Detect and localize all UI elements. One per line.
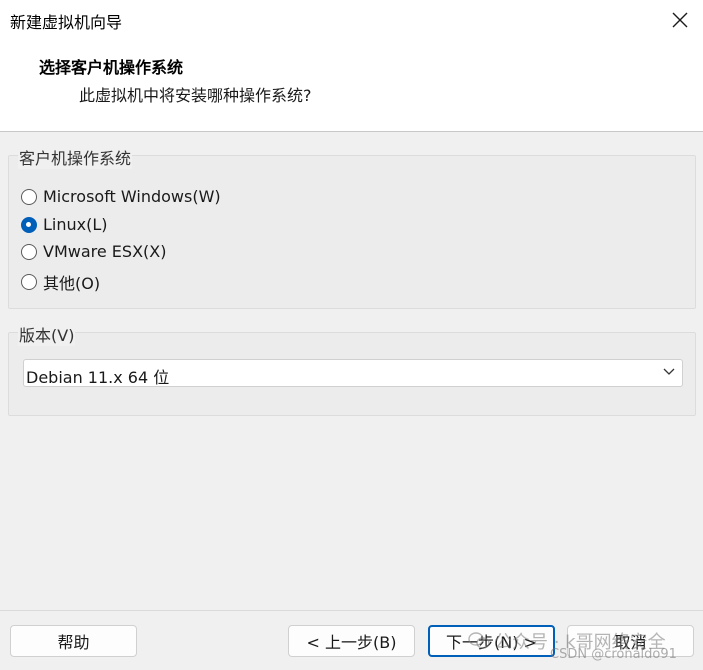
radio-linux-indicator[interactable] bbox=[21, 216, 37, 233]
version-group: 版本(V) Debian 11.x 64 位 bbox=[8, 322, 696, 416]
back-button[interactable]: < 上一步(B) bbox=[288, 625, 415, 657]
radio-vmware-esx[interactable]: VMware ESX(X) bbox=[21, 242, 166, 261]
close-icon bbox=[672, 12, 688, 28]
version-legend: 版本(V) bbox=[18, 322, 76, 346]
watermark-csdn: CSDN @cronaldo91 bbox=[550, 647, 677, 662]
radio-windows[interactable]: Microsoft Windows(W) bbox=[21, 187, 221, 206]
radio-linux-label: Linux(L) bbox=[43, 215, 108, 234]
radio-other-label: 其他(O) bbox=[43, 274, 101, 293]
guest-os-group: 客户机操作系统 Microsoft Windows(W) Linux(L) VM… bbox=[8, 145, 696, 309]
wizard-header: 选择客户机操作系统 此虚拟机中将安装哪种操作系统? bbox=[0, 40, 703, 132]
footer-divider bbox=[0, 610, 703, 611]
chevron-down-icon bbox=[663, 368, 675, 375]
page-subtitle: 此虚拟机中将安装哪种操作系统? bbox=[79, 86, 312, 105]
close-button[interactable] bbox=[657, 0, 703, 40]
window-title: 新建虚拟机向导 bbox=[10, 13, 123, 32]
wechat-icon bbox=[468, 632, 490, 649]
page-title: 选择客户机操作系统 bbox=[39, 58, 184, 77]
help-button[interactable]: 帮助 bbox=[10, 625, 137, 657]
radio-windows-label: Microsoft Windows(W) bbox=[43, 187, 221, 206]
version-selected-value: Debian 11.x 64 位 bbox=[26, 368, 170, 387]
guest-os-legend: 客户机操作系统 bbox=[18, 145, 133, 169]
radio-other[interactable]: 其他(O) bbox=[21, 270, 100, 294]
radio-vmware-esx-indicator[interactable] bbox=[21, 243, 37, 260]
radio-windows-indicator[interactable] bbox=[21, 188, 37, 205]
radio-other-indicator[interactable] bbox=[21, 274, 37, 290]
version-dropdown[interactable]: Debian 11.x 64 位 bbox=[23, 359, 683, 387]
radio-linux[interactable]: Linux(L) bbox=[21, 215, 108, 234]
radio-vmware-esx-label: VMware ESX(X) bbox=[43, 242, 167, 261]
title-bar: 新建虚拟机向导 bbox=[0, 0, 703, 40]
